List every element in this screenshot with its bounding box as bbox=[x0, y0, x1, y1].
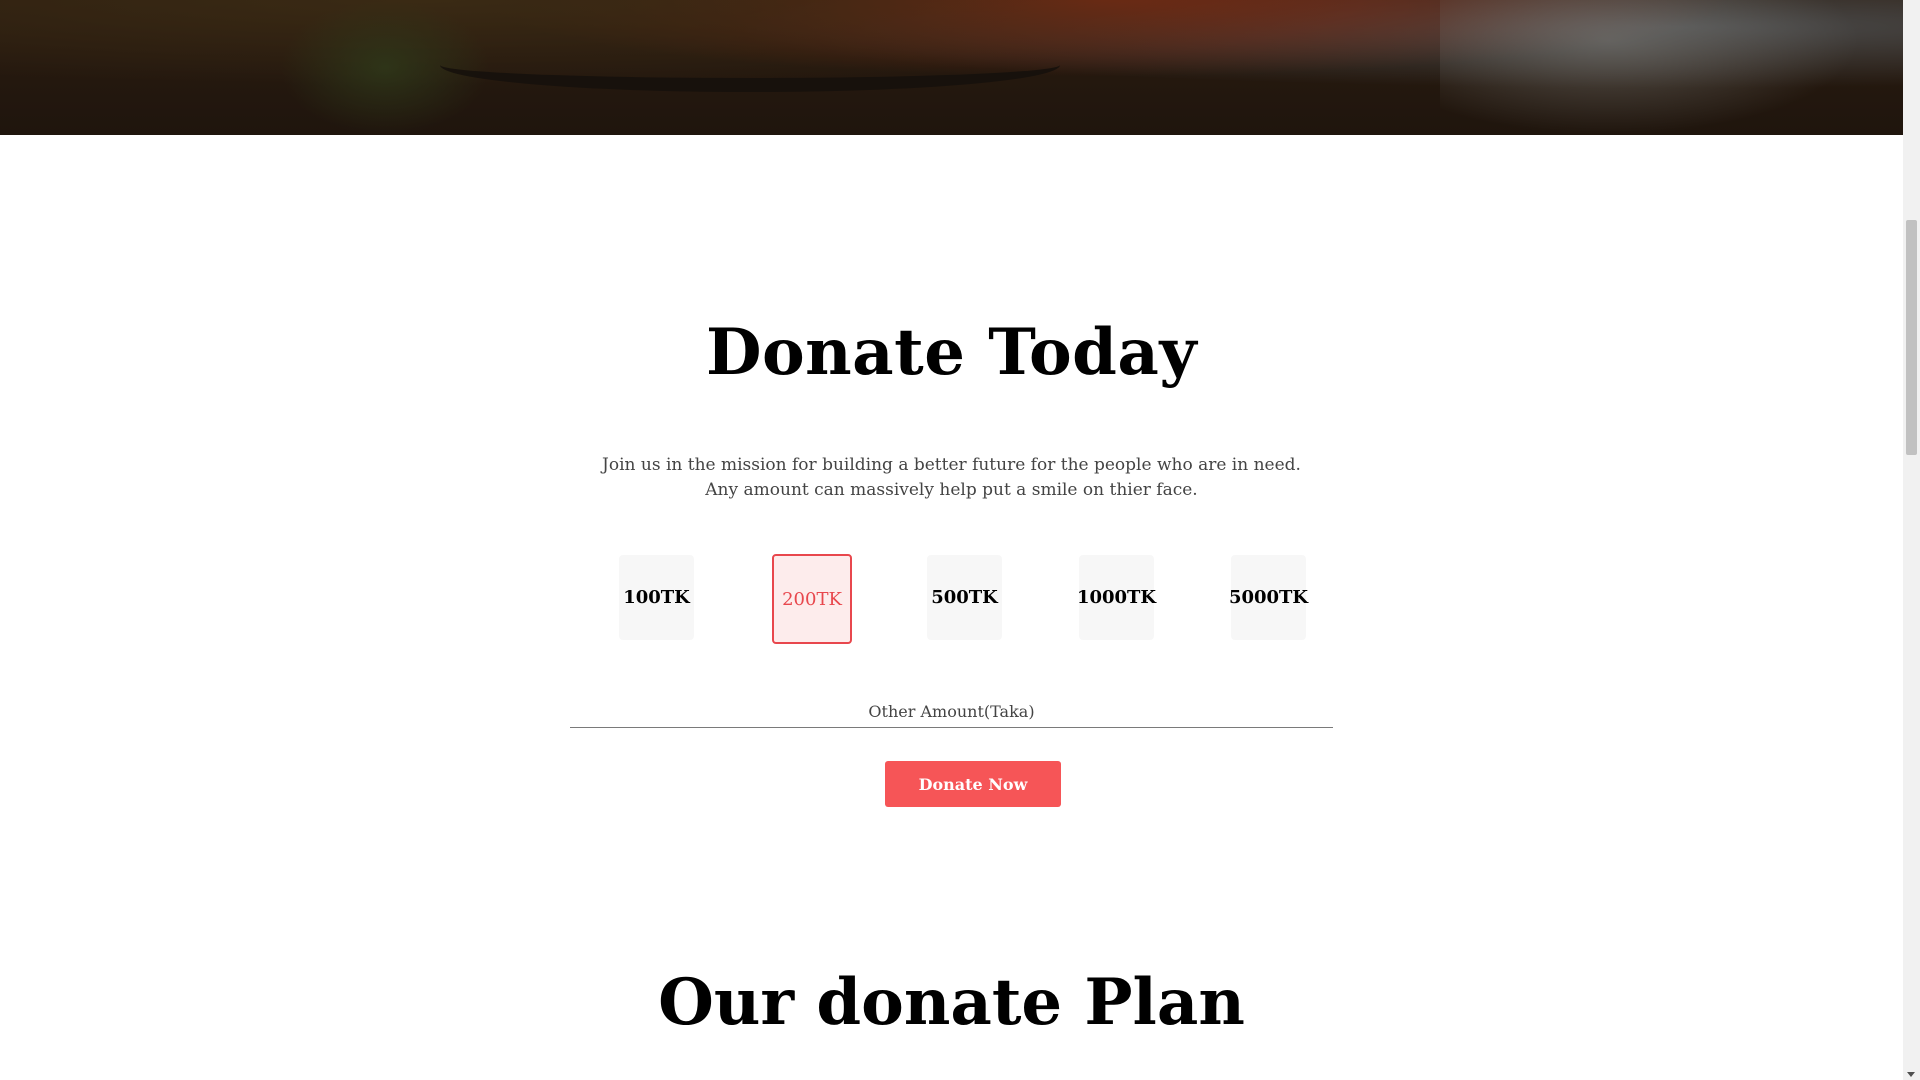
amount-option-5000[interactable]: 5000TK bbox=[1229, 555, 1308, 640]
amount-option-200[interactable]: 200TK bbox=[772, 554, 852, 644]
other-amount-input[interactable] bbox=[570, 725, 1333, 728]
donate-intro: Join us in the mission for building a be… bbox=[0, 453, 1903, 503]
donate-now-button[interactable]: Donate Now bbox=[885, 761, 1061, 807]
page: Donate Today Join us in the mission for … bbox=[0, 0, 1920, 1080]
donate-intro-line-1: Join us in the mission for building a be… bbox=[602, 455, 1301, 475]
donate-title: Donate Today bbox=[705, 315, 1198, 390]
hero-figure-decoration bbox=[1440, 0, 1860, 135]
plan-title: Our donate Plan bbox=[658, 965, 1245, 1040]
amount-option-100[interactable]: 100TK bbox=[619, 555, 694, 640]
scrollbar-thumb[interactable] bbox=[1906, 220, 1917, 455]
scroll-down-arrow-icon[interactable] bbox=[1907, 1072, 1915, 1077]
amount-option-1000[interactable]: 1000TK bbox=[1077, 555, 1156, 640]
other-amount-label: Other Amount(Taka) bbox=[868, 702, 1035, 721]
donate-intro-line-2: Any amount can massively help put a smil… bbox=[705, 480, 1198, 500]
hero-strap-decoration bbox=[440, 38, 1060, 92]
amount-option-500[interactable]: 500TK bbox=[927, 555, 1002, 640]
amount-options: 100TK 200TK 500TK 1000TK 5000TK bbox=[619, 554, 1309, 650]
vertical-scrollbar[interactable] bbox=[1903, 0, 1920, 1080]
hero-image bbox=[0, 0, 1903, 135]
